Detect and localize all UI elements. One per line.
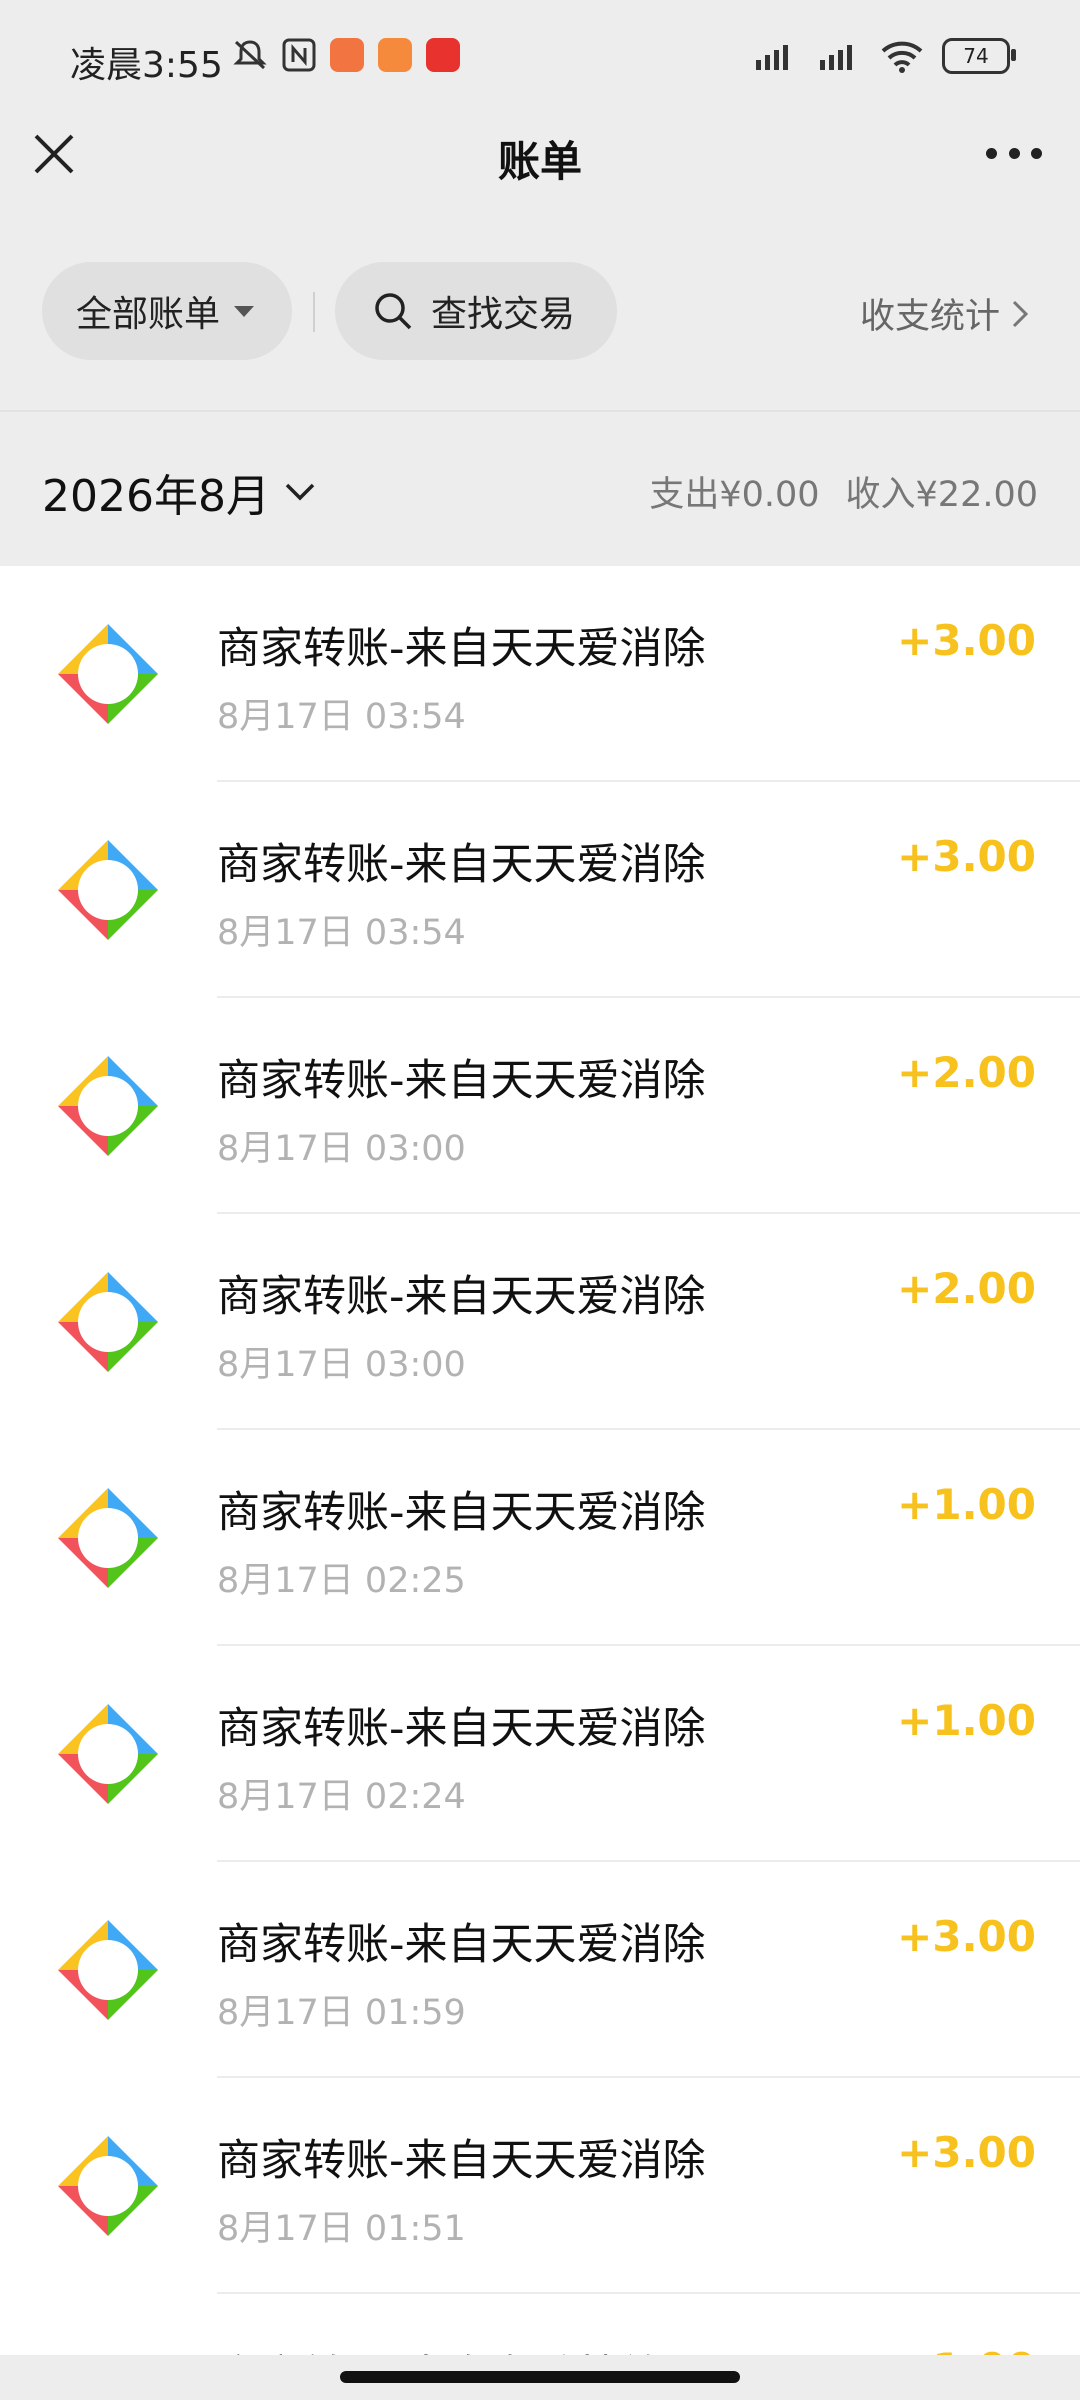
filter-row: 全部账单 查找交易 收支统计	[0, 262, 1080, 362]
month-selector[interactable]: 2026年8月	[42, 460, 316, 524]
transaction-amount: +2.00	[897, 1264, 1036, 1313]
shopping-app-icon	[378, 38, 412, 72]
transaction-title: 商家转账-来自天天爱消除	[217, 840, 706, 890]
divider	[313, 292, 315, 332]
chevron-down-icon	[285, 483, 315, 501]
page-title: 账单	[497, 137, 582, 186]
transaction-amount: +3.00	[897, 616, 1036, 665]
nfc-icon	[282, 38, 316, 72]
toutiao-app-icon	[426, 38, 460, 72]
status-right: 74	[752, 38, 1016, 74]
game-logo-icon	[58, 1920, 158, 2020]
chevron-right-icon	[1012, 300, 1029, 327]
game-logo-icon	[58, 1056, 158, 1156]
transaction-time: 8月17日 03:00	[217, 1129, 466, 1169]
stats-label: 收支统计	[859, 297, 1000, 337]
income-expense-stats-link[interactable]: 收支统计	[860, 288, 1030, 339]
app-notification-icon	[330, 38, 364, 72]
battery-level: 74	[963, 44, 989, 68]
transaction-title: 商家转账-来自天天爱消除	[217, 624, 706, 674]
status-left-icons	[232, 38, 460, 72]
transaction-title: 商家转账-来自天天爱消除	[217, 1056, 706, 1106]
transaction-row[interactable]: 商家转账-来自天天爱消除 8月17日 03:00 +2.00	[0, 998, 1080, 1214]
transaction-row[interactable]: 商家转账-来自天天爱消除 8月17日 02:25 +1.00	[0, 1430, 1080, 1646]
signal-icon	[756, 45, 788, 70]
game-logo-icon	[58, 1272, 158, 1372]
search-transactions-button[interactable]: 查找交易	[335, 262, 617, 360]
transaction-title: 商家转账-来自天天爱消除	[217, 2136, 706, 2186]
transaction-time: 8月17日 01:51	[217, 2209, 466, 2249]
transaction-time: 8月17日 02:24	[217, 1777, 466, 1817]
transaction-title: 商家转账-来自天天爱消除	[217, 1920, 706, 1970]
month-summary: 支出¥0.00 收入¥22.00	[649, 466, 1038, 517]
transaction-amount: +2.00	[897, 1048, 1036, 1097]
battery-icon: 74	[942, 38, 1016, 74]
status-time: 凌晨3:55	[70, 45, 223, 86]
month-label: 2026年8月	[42, 471, 270, 522]
transaction-row[interactable]: 商家转账-来自天天爱消除 8月17日 01:59 +3.00	[0, 1862, 1080, 2078]
transaction-amount: +3.00	[897, 1912, 1036, 1961]
transaction-list: 商家转账-来自天天爱消除 8月17日 03:54 +3.00 商家转账-来自天天爱消除…	[0, 566, 1080, 2400]
game-logo-icon	[58, 624, 158, 724]
transaction-time: 8月17日 03:54	[217, 697, 466, 737]
transaction-title: 商家转账-来自天天爱消除	[217, 1272, 706, 1322]
status-bar: 凌晨3:55 74	[0, 0, 1080, 118]
wifi-icon	[881, 41, 923, 73]
transaction-amount: +1.00	[897, 1696, 1036, 1745]
search-transactions-label: 查找交易	[431, 294, 576, 335]
transaction-amount: +3.00	[897, 832, 1036, 881]
transaction-amount: +3.00	[897, 2128, 1036, 2177]
mute-icon	[233, 40, 267, 70]
transaction-title: 商家转账-来自天天爱消除	[217, 1488, 706, 1538]
transaction-row[interactable]: 商家转账-来自天天爱消除 8月17日 01:51 +3.00	[0, 2078, 1080, 2294]
month-expense: 支出¥0.00	[649, 475, 820, 515]
home-indicator[interactable]	[340, 2371, 740, 2383]
more-options-icon[interactable]	[986, 148, 1042, 162]
transaction-time: 8月17日 01:59	[217, 1993, 466, 2033]
game-logo-icon	[58, 2136, 158, 2236]
transaction-time: 8月17日 03:00	[217, 1345, 466, 1385]
caret-down-icon	[234, 305, 255, 317]
transaction-row[interactable]: 商家转账-来自天天爱消除 8月17日 03:54 +3.00	[0, 782, 1080, 998]
search-icon	[375, 293, 412, 330]
game-logo-icon	[58, 1704, 158, 1804]
transaction-title: 商家转账-来自天天爱消除	[217, 1704, 706, 1754]
transaction-time: 8月17日 03:54	[217, 913, 466, 953]
month-income: 收入¥22.00	[845, 475, 1038, 515]
transaction-row[interactable]: 商家转账-来自天天爱消除 8月17日 03:54 +3.00	[0, 566, 1080, 782]
signal-icon	[820, 45, 852, 70]
transaction-row[interactable]: 商家转账-来自天天爱消除 8月17日 02:24 +1.00	[0, 1646, 1080, 1862]
transaction-row[interactable]: 商家转账-来自天天爱消除 8月17日 03:00 +2.00	[0, 1214, 1080, 1430]
game-logo-icon	[58, 840, 158, 940]
month-header: 2026年8月 支出¥0.00 收入¥22.00	[0, 410, 1080, 568]
all-bills-filter-button[interactable]: 全部账单	[42, 262, 292, 360]
all-bills-label: 全部账单	[76, 294, 221, 335]
game-logo-icon	[58, 1488, 158, 1588]
transaction-time: 8月17日 02:25	[217, 1561, 466, 1601]
transaction-amount: +1.00	[897, 1480, 1036, 1529]
